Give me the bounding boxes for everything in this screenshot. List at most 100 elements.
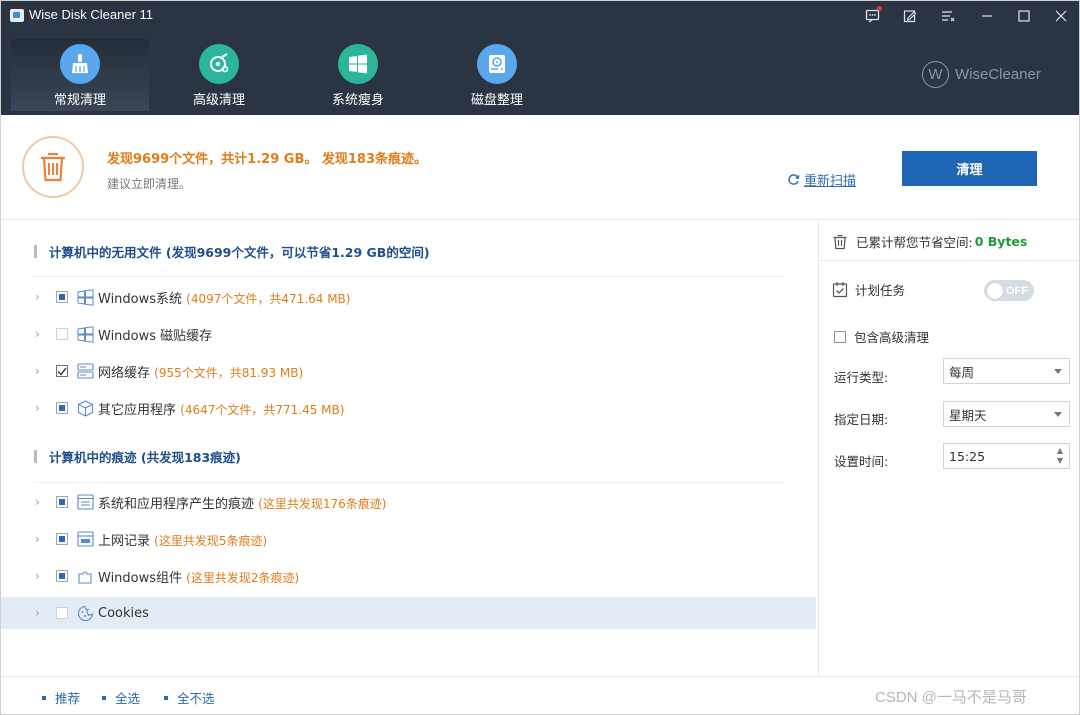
scan-summary: 发现9699个文件，共计1.29 GB。 发现183条痕迹。 建议立即清理。 重… — [1, 115, 1079, 220]
chevron-right-icon[interactable]: › — [35, 569, 40, 583]
toggle-knob — [987, 282, 1003, 299]
list-item[interactable]: › Windows系统 (4097个文件，共471.64 MB) — [1, 281, 816, 313]
close-icon[interactable] — [1046, 3, 1076, 29]
section-title: 计算机中的无用文件 (发现9699个文件，可以节省1.29 GB的空间) — [49, 245, 430, 260]
chevron-right-icon[interactable]: › — [35, 532, 40, 546]
tab-label: 磁盘整理 — [470, 93, 523, 108]
item-name: 系统和应用程序产生的痕迹 — [98, 496, 255, 512]
schedule-label: 计划任务 — [855, 283, 906, 298]
disc-search-icon — [199, 44, 239, 84]
scan-results: 计算机中的无用文件 (发现9699个文件，可以节省1.29 GB的空间) › W… — [1, 221, 818, 677]
cookie-icon — [76, 604, 94, 622]
item-detail: (4097个文件，共471.64 MB) — [186, 291, 351, 306]
item-detail: (这里共发现2条痕迹) — [186, 570, 300, 585]
broom-icon — [60, 44, 100, 84]
item-name: Cookies — [98, 605, 149, 621]
tab-label: 系统瘦身 — [331, 93, 384, 108]
maximize-icon[interactable] — [1009, 3, 1039, 29]
puzzle-icon — [76, 567, 94, 585]
list-item[interactable]: › 系统和应用程序产生的痕迹 (这里共发现176条痕迹) — [1, 486, 816, 518]
item-name: 其它应用程序 — [98, 402, 177, 418]
divider — [34, 482, 786, 483]
include-advanced[interactable]: 包含高级清理 — [834, 327, 929, 346]
menu-settings-icon[interactable] — [933, 3, 963, 29]
checkbox[interactable] — [56, 570, 68, 582]
advanced-label: 包含高级清理 — [854, 330, 930, 345]
chevron-right-icon[interactable]: › — [35, 401, 40, 415]
trash-icon — [22, 136, 84, 198]
rescan-link[interactable]: 重新扫描 — [787, 170, 856, 189]
item-name: 网络缓存 — [98, 365, 151, 381]
windows-logo-icon — [76, 288, 94, 306]
checkbox-checked[interactable] — [56, 365, 68, 377]
divider — [819, 260, 1079, 261]
list-item[interactable]: › Windows 磁贴缓存 — [1, 318, 816, 350]
edit-icon[interactable] — [895, 3, 925, 29]
checkbox[interactable] — [56, 402, 68, 414]
summary-subtitle: 建议立即清理。 — [107, 177, 192, 191]
browser-window-icon — [76, 530, 94, 548]
item-detail: (4647个文件，共771.45 MB) — [180, 402, 345, 417]
tab-disk-defrag[interactable]: 磁盘整理 — [428, 39, 566, 111]
dropdown-arrow-icon — [1054, 412, 1062, 417]
list-item-selected[interactable]: › Cookies — [1, 597, 816, 629]
list-item[interactable]: › 上网记录 (这里共发现5条痕迹) — [1, 523, 816, 555]
tab-system-slim[interactable]: 系统瘦身 — [289, 39, 427, 111]
section-marker — [34, 450, 37, 463]
tab-advanced-clean[interactable]: 高级清理 — [150, 39, 288, 111]
notification-dot — [877, 6, 882, 11]
dropdown-arrow-icon — [1054, 369, 1062, 374]
spinner-arrows-icon[interactable]: ▲ ▼ — [1057, 446, 1063, 466]
toggle-state: OFF — [1006, 284, 1028, 297]
time-value: 15:25 — [949, 448, 986, 464]
list-item[interactable]: › Windows组件 (这里共发现2条痕迹) — [1, 560, 816, 592]
hard-disk-icon — [477, 44, 517, 84]
time-spinner[interactable]: 15:25 ▲ ▼ — [943, 443, 1070, 469]
trash-small-icon — [833, 234, 847, 249]
minimize-icon[interactable] — [972, 3, 1002, 29]
select-none-link[interactable]: 全不选 — [164, 688, 215, 707]
logo-text: WiseCleaner — [955, 66, 1041, 83]
schedule-toggle[interactable]: OFF — [984, 280, 1034, 301]
run-type-select[interactable]: 每周 — [943, 358, 1070, 384]
section-junk-files: 计算机中的无用文件 (发现9699个文件，可以节省1.29 GB的空间) — [34, 242, 430, 261]
chevron-right-icon[interactable]: › — [35, 327, 40, 341]
recommend-link[interactable]: 推荐 — [42, 688, 80, 707]
date-select[interactable]: 星期天 — [943, 401, 1070, 427]
clean-button[interactable]: 清理 — [902, 151, 1037, 186]
select-all-link[interactable]: 全选 — [102, 688, 140, 707]
select-value: 每周 — [949, 364, 975, 380]
item-name: 上网记录 — [98, 533, 151, 549]
space-saved: 已累计帮您节省空间: 0 Bytes — [832, 232, 1027, 251]
saved-label: 已累计帮您节省空间: — [856, 235, 973, 250]
chevron-right-icon[interactable]: › — [35, 495, 40, 509]
select-value: 星期天 — [949, 407, 987, 423]
saved-value: 0 Bytes — [974, 234, 1028, 249]
watermark: CSDN @一马不是马哥 — [875, 689, 1027, 706]
date-label: 指定日期: — [834, 412, 889, 427]
schedule-task: 计划任务 — [832, 280, 905, 299]
checkbox[interactable] — [834, 330, 846, 343]
windows-logo-icon — [76, 325, 94, 343]
chevron-right-icon[interactable]: › — [35, 364, 40, 378]
tab-label: 常规清理 — [53, 93, 106, 108]
list-item[interactable]: › 其它应用程序 (4647个文件，共771.45 MB) — [1, 392, 816, 424]
item-name: Windows系统 — [98, 291, 183, 307]
logo-w-icon: W — [922, 61, 949, 88]
checkbox[interactable] — [56, 607, 68, 619]
calendar-check-icon — [832, 282, 848, 298]
checkbox[interactable] — [56, 533, 68, 545]
checkbox[interactable] — [56, 291, 68, 303]
app-icon — [10, 9, 24, 22]
time-label: 设置时间: — [834, 454, 889, 469]
checkbox[interactable] — [56, 496, 68, 508]
window-list-icon — [76, 493, 94, 511]
tab-regular-clean[interactable]: 常规清理 — [11, 39, 149, 111]
checkbox[interactable] — [56, 328, 68, 340]
chevron-right-icon[interactable]: › — [35, 606, 40, 620]
chevron-right-icon[interactable]: › — [35, 290, 40, 304]
footer: 推荐 全选 全不选 CSDN @一马不是马哥 — [1, 676, 1079, 714]
list-item[interactable]: › 网络缓存 (955个文件，共81.93 MB) — [1, 355, 816, 387]
title-bar: Wise Disk Cleaner 11 — [1, 1, 1079, 31]
feedback-icon[interactable] — [858, 3, 888, 29]
